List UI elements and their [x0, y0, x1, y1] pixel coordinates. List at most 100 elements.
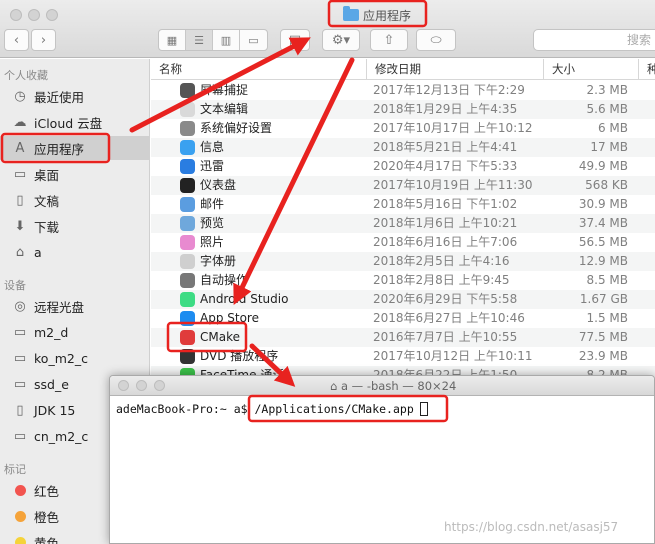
app-icon — [180, 273, 195, 288]
file-date: 2018年5月21日 上午4:41 — [373, 140, 518, 154]
app-icon — [180, 197, 195, 212]
sidebar-item-label: 橙色 — [34, 509, 60, 525]
close-window-button[interactable] — [10, 9, 22, 21]
app-icon — [180, 311, 195, 326]
terminal-zoom-button[interactable] — [154, 380, 165, 391]
file-size: 37.4 MB — [578, 216, 628, 230]
share-button[interactable]: ⇧ — [370, 29, 408, 51]
terminal-text-area[interactable]: adeMacBook-Pro:~ a$ /Applications/CMake.… — [116, 402, 428, 416]
file-name: 文本编辑 — [200, 102, 249, 116]
group-button[interactable]: ▤ — [280, 29, 310, 51]
forward-button[interactable]: › — [31, 29, 56, 51]
sidebar-item-m2-d[interactable]: ▭ m2_d — [0, 320, 150, 344]
sidebar-item-home[interactable]: ⌂ a — [0, 240, 150, 264]
table-row[interactable]: 系统偏好设置 2017年10月17日 上午10:12 6 MB — [151, 119, 655, 138]
sidebar-item-remote-disc[interactable]: ◎ 远程光盘 — [0, 294, 150, 318]
tag-color-dot — [15, 484, 26, 496]
sidebar-item-label: 黄色 — [34, 535, 60, 544]
app-icon — [180, 102, 195, 117]
sidebar-item-downloads[interactable]: ⬇ 下载 — [0, 214, 150, 238]
folder-icon — [343, 6, 359, 21]
sidebar-item-label: 应用程序 — [34, 141, 85, 157]
terminal-minimize-button[interactable] — [136, 380, 147, 391]
file-date: 2018年2月5日 上午4:16 — [373, 254, 510, 268]
sidebar-item-label: 最近使用 — [34, 89, 85, 105]
file-date: 2020年4月17日 下午5:33 — [373, 159, 518, 173]
column-header-date[interactable]: 修改日期 — [366, 59, 543, 80]
column-view-button[interactable]: ▥ — [213, 30, 240, 50]
table-row[interactable]: 信息 2018年5月21日 上午4:41 17 MB — [151, 138, 655, 157]
drive-icon: ▭ — [13, 428, 27, 444]
downloads-icon: ⬇ — [14, 218, 26, 234]
sidebar-item-label: ssd_e — [34, 376, 69, 392]
sidebar-item-label: 远程光盘 — [34, 299, 85, 315]
file-name: 邮件 — [200, 197, 225, 211]
table-row[interactable]: 照片 2018年6月16日 上午7:06 56.5 MB — [151, 233, 655, 252]
sidebar-item-label: 下载 — [34, 219, 60, 235]
sidebar-section-favorites: 个人收藏 — [4, 69, 48, 82]
search-input[interactable]: 搜索 — [533, 29, 655, 51]
file-date: 2017年10月19日 上午11:30 — [373, 178, 533, 192]
share-icon: ⇧ — [383, 32, 395, 48]
file-name: DVD 播放程序 — [200, 349, 279, 363]
table-row[interactable]: DVD 播放程序 2017年10月12日 上午10:11 23.9 MB — [151, 347, 655, 366]
window-title: 应用程序 — [343, 6, 411, 24]
sidebar-item-label: m2_d — [34, 324, 69, 340]
sidebar-item-label: 桌面 — [34, 167, 60, 183]
table-row[interactable]: 迅雷 2020年4月17日 下午5:33 49.9 MB — [151, 157, 655, 176]
file-name: 迅雷 — [200, 159, 225, 173]
list-view-button[interactable]: ☰ — [186, 30, 213, 50]
sidebar-item-icloud[interactable]: ☁ iCloud 云盘 — [0, 110, 150, 134]
file-date: 2017年10月12日 上午10:11 — [373, 349, 533, 363]
icon-view-button[interactable]: ▦ — [159, 30, 186, 50]
app-icon — [180, 235, 195, 250]
sidebar-item-label: 红色 — [34, 483, 60, 499]
app-icon — [180, 140, 195, 155]
terminal-command: /Applications/CMake.app — [254, 402, 414, 416]
terminal-cursor — [419, 402, 428, 416]
app-icon — [180, 216, 195, 231]
tags-button[interactable]: ⬭ — [416, 29, 456, 51]
tag-color-dot — [15, 510, 26, 522]
table-row[interactable]: 字体册 2018年2月5日 上午4:16 12.9 MB — [151, 252, 655, 271]
file-date: 2016年7月7日 上午10:55 — [373, 330, 518, 344]
terminal-close-button[interactable] — [118, 380, 129, 391]
minimize-window-button[interactable] — [28, 9, 40, 21]
gallery-view-button[interactable]: ▭ — [240, 30, 267, 50]
column-header-kind[interactable]: 种 — [638, 59, 655, 80]
table-row[interactable]: Android Studio 2020年6月29日 下午5:58 1.67 GB — [151, 290, 655, 309]
terminal-window: ⌂ a — -bash — 80×24 adeMacBook-Pro:~ a$ … — [109, 375, 655, 544]
sidebar-item-recents[interactable]: ◷ 最近使用 — [0, 84, 150, 108]
home-icon: ⌂ — [330, 379, 341, 393]
table-row[interactable]: 仪表盘 2017年10月19日 上午11:30 568 KB — [151, 176, 655, 195]
chevron-left-icon: ‹ — [13, 32, 20, 48]
action-button[interactable]: ⚙▾ — [322, 29, 360, 51]
watermark: https://blog.csdn.net/asasj57 — [444, 520, 619, 534]
table-row[interactable]: CMake 2016年7月7日 上午10:55 77.5 MB — [151, 328, 655, 347]
file-name: 预览 — [200, 216, 225, 230]
column-header-name[interactable]: 名称 — [151, 59, 366, 80]
table-row[interactable]: App Store 2018年6月27日 上午10:46 1.5 MB — [151, 309, 655, 328]
file-date: 2018年1月6日 上午10:21 — [373, 216, 518, 230]
zoom-window-button[interactable] — [46, 9, 58, 21]
table-row[interactable]: 屏幕捕捉 2017年12月13日 下午2:29 2.3 MB — [151, 81, 655, 100]
table-row[interactable]: 预览 2018年1月6日 上午10:21 37.4 MB — [151, 214, 655, 233]
drive-icon: ▯ — [16, 402, 24, 418]
file-size: 77.5 MB — [578, 330, 628, 344]
sidebar-item-desktop[interactable]: ▭ 桌面 — [0, 162, 150, 186]
documents-icon: ▯ — [16, 192, 24, 208]
table-row[interactable]: 邮件 2018年5月16日 下午1:02 30.9 MB — [151, 195, 655, 214]
file-size: 5.6 MB — [586, 102, 628, 116]
back-button[interactable]: ‹ — [4, 29, 29, 51]
file-name: 照片 — [200, 235, 225, 249]
file-size: 1.67 GB — [579, 292, 628, 306]
table-row[interactable]: 文本编辑 2018年1月29日 上午4:35 5.6 MB — [151, 100, 655, 119]
sidebar-item-applications[interactable]: A 应用程序 — [0, 136, 150, 160]
column-header-size[interactable]: 大小 — [543, 59, 638, 80]
file-size: 1.5 MB — [586, 311, 628, 325]
sidebar-item-label: ko_m2_c — [34, 350, 88, 366]
file-name: App Store — [200, 311, 259, 325]
table-row[interactable]: 自动操作 2018年2月8日 上午9:45 8.5 MB — [151, 271, 655, 290]
sidebar-item-ko-m2-c[interactable]: ▭ ko_m2_c — [0, 346, 150, 370]
sidebar-item-documents[interactable]: ▯ 文稿 — [0, 188, 150, 212]
